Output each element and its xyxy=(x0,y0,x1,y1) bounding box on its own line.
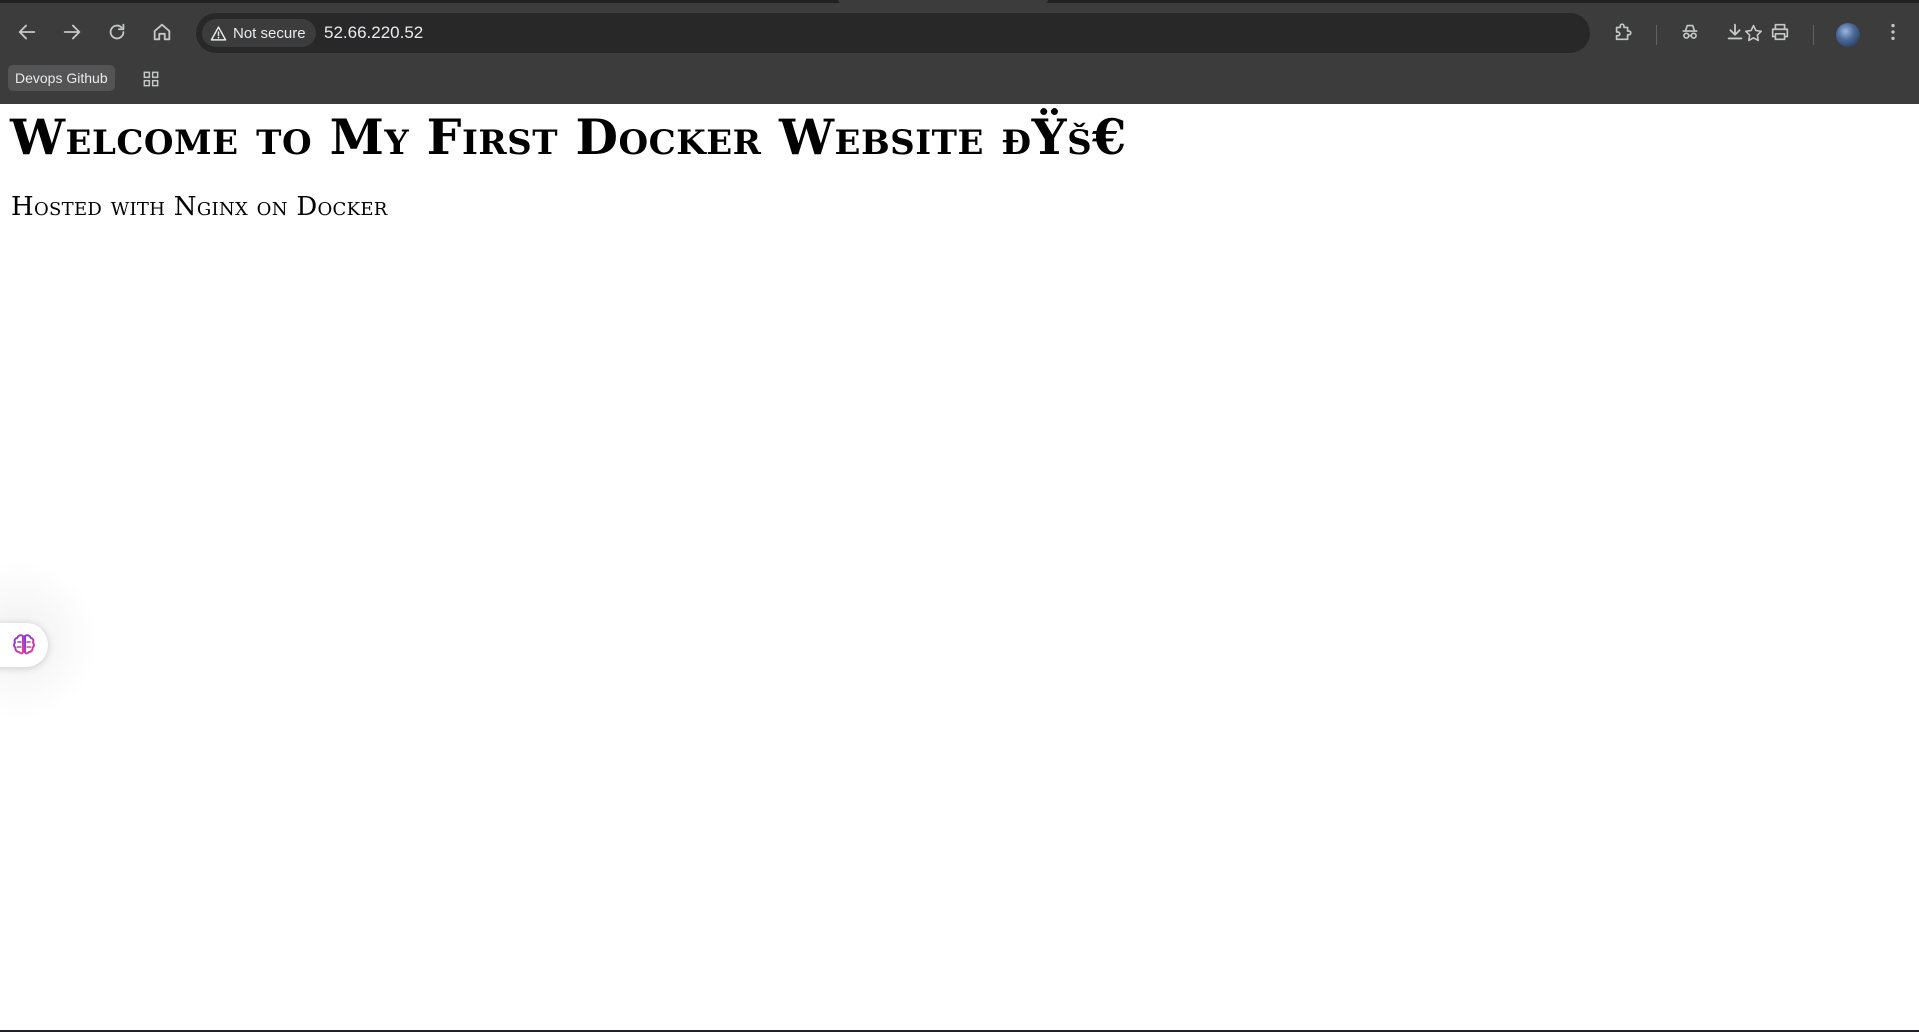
brain-icon xyxy=(13,634,35,655)
warning-triangle-icon xyxy=(210,25,227,41)
home-icon xyxy=(153,23,171,41)
profile-avatar[interactable] xyxy=(1836,23,1860,47)
address-bar[interactable]: Not secure 52.66.220.52 xyxy=(196,13,1762,53)
toolbar-separator xyxy=(1656,25,1657,45)
apps-grid-icon xyxy=(143,71,159,87)
tab-edge[interactable] xyxy=(838,0,1048,3)
more-vertical-icon xyxy=(1891,23,1895,41)
browser-chrome: Not secure 52.66.220.52 Devops Github xyxy=(0,0,1919,104)
page-subtitle: Hosted with Nginx on Docker xyxy=(11,192,388,222)
forward-button[interactable] xyxy=(54,14,90,50)
apps-button[interactable] xyxy=(138,66,164,92)
extension-floating-button[interactable] xyxy=(0,623,48,667)
reload-button[interactable] xyxy=(99,14,135,50)
menu-button[interactable] xyxy=(1875,14,1911,50)
print-icon xyxy=(1771,23,1789,41)
download-icon xyxy=(1727,23,1743,40)
toolbar-separator xyxy=(1813,25,1814,45)
extensions-button[interactable] xyxy=(1605,14,1641,50)
bookmark-item[interactable]: Devops Github xyxy=(8,65,115,91)
url-text[interactable]: 52.66.220.52 xyxy=(324,23,423,43)
incognito-icon xyxy=(1682,24,1698,39)
arrow-right-icon xyxy=(63,24,81,40)
reload-icon xyxy=(109,23,125,40)
back-button[interactable] xyxy=(9,14,45,50)
security-label: Not secure xyxy=(233,24,306,42)
security-indicator[interactable]: Not secure xyxy=(202,19,316,47)
bookmarks-bar: Devops Github xyxy=(0,60,1919,104)
home-button[interactable] xyxy=(144,14,180,50)
puzzle-icon xyxy=(1615,23,1632,41)
page-title: Welcome to My First Docker Website ðŸš€ xyxy=(10,108,1127,166)
print-button[interactable] xyxy=(1762,14,1798,50)
page-content: Welcome to My First Docker Website ðŸš€ … xyxy=(0,104,1919,1032)
browser-toolbar: Not secure 52.66.220.52 xyxy=(0,4,1919,60)
downloads-button[interactable] xyxy=(1717,14,1753,50)
arrow-left-icon xyxy=(18,24,36,40)
incognito-button[interactable] xyxy=(1672,14,1708,50)
